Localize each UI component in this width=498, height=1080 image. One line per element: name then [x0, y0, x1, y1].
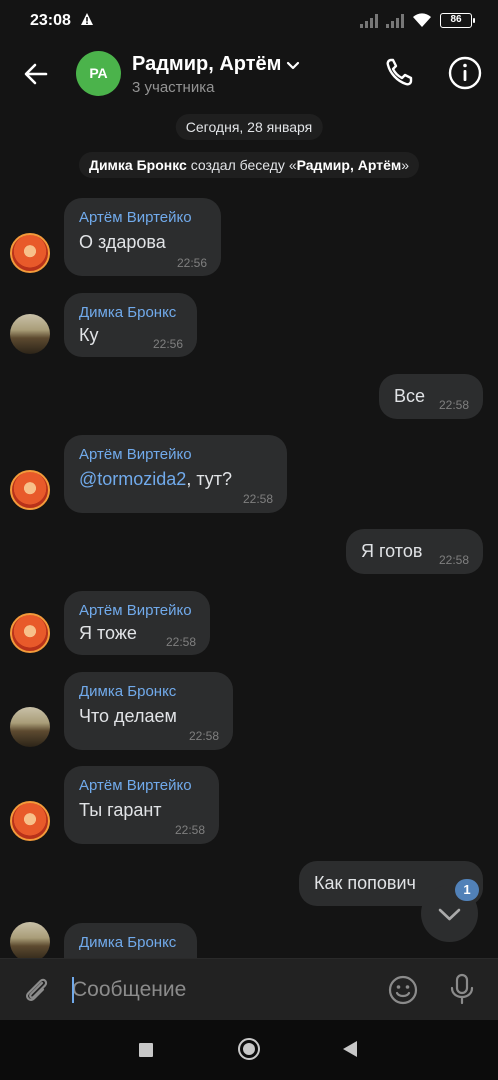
status-time: 23:08	[30, 12, 71, 29]
message-input[interactable]	[72, 973, 372, 1007]
message-text: Ты гарант	[79, 800, 162, 820]
avatar[interactable]	[10, 922, 50, 958]
message-bubble-outgoing[interactable]: Все 22:58	[379, 374, 483, 419]
message-text: @tormozida2, тут?	[79, 469, 232, 490]
mention-link[interactable]: @tormozida2	[79, 469, 186, 489]
message-time: 22:58	[438, 398, 469, 412]
message-time: 22:58	[165, 635, 196, 649]
message-composer	[0, 958, 498, 1020]
system-close: »	[401, 157, 410, 173]
message-bubble[interactable]: Димка Бронкс	[64, 923, 197, 958]
message-text: Что делаем	[79, 706, 177, 726]
message-bubble[interactable]: Артём Виртейко @tormozida2, тут? 22:58	[64, 435, 287, 513]
system-nav-bar	[0, 1020, 498, 1080]
text-cursor	[72, 977, 74, 1003]
avatar[interactable]	[10, 314, 50, 354]
chat-subtitle: 3 участника	[132, 79, 215, 96]
microphone-icon[interactable]	[446, 972, 478, 1006]
system-action: создал беседу «	[190, 157, 297, 173]
message-author[interactable]: Димка Бронкс	[79, 304, 176, 321]
status-icons: 86	[360, 13, 475, 28]
chat-title[interactable]: Радмир, Артём	[132, 53, 301, 76]
phone-icon[interactable]	[382, 54, 418, 90]
message-author[interactable]: Димка Бронкс	[79, 934, 176, 951]
message-author[interactable]: Артём Виртейко	[79, 209, 192, 226]
avatar[interactable]	[10, 613, 50, 653]
message-text: Как попович	[314, 873, 416, 893]
battery-icon: 86	[440, 13, 475, 28]
message-text: Ку	[79, 325, 99, 345]
system-actor: Димка Бронкс	[88, 157, 187, 173]
message-time: 22:56	[176, 256, 207, 270]
info-icon[interactable]	[446, 54, 484, 92]
message-bubble[interactable]: Димка Бронкс Ку 22:56	[64, 293, 197, 357]
message-author[interactable]: Артём Виртейко	[79, 777, 192, 794]
message-time: 22:58	[242, 492, 273, 506]
avatar[interactable]	[10, 801, 50, 841]
message-author[interactable]: Артём Виртейко	[79, 602, 192, 619]
message-time: 22:58	[438, 553, 469, 567]
unread-badge: 1	[455, 879, 479, 901]
message-bubble[interactable]: Артём Виртейко Я тоже 22:58	[64, 591, 210, 655]
chevron-down-icon	[287, 61, 300, 69]
alert-icon	[81, 13, 93, 25]
message-author[interactable]: Димка Бронкс	[79, 683, 176, 700]
back-arrow-icon[interactable]	[18, 56, 54, 92]
message-time: 22:58	[188, 729, 219, 743]
message-time: 22:56	[152, 337, 183, 351]
message-text-rest: , тут?	[186, 469, 233, 489]
message-time: 22:58	[174, 823, 205, 837]
emoji-icon[interactable]	[387, 974, 419, 1006]
avatar[interactable]	[10, 233, 50, 273]
message-text: Все	[394, 386, 426, 406]
system-back-button[interactable]	[343, 1041, 357, 1057]
message-author[interactable]: Артём Виртейко	[79, 446, 192, 463]
chat-title-text: Радмир, Артём	[132, 53, 282, 75]
system-message: Димка Бронкс создал беседу «Радмир, Артё…	[78, 152, 420, 178]
home-button[interactable]	[238, 1038, 260, 1060]
chat-header: РА Радмир, Артём 3 участника	[0, 44, 498, 106]
date-separator: Сегодня, 28 января	[175, 114, 323, 140]
message-text: Я тоже	[79, 623, 137, 643]
signal-icon	[360, 13, 378, 28]
battery-level: 86	[450, 14, 462, 25]
message-list[interactable]: Сегодня, 28 января Димка Бронкс создал б…	[0, 106, 498, 958]
paperclip-icon[interactable]	[20, 974, 52, 1006]
message-bubble-outgoing[interactable]: Я готов 22:58	[346, 529, 483, 574]
chat-avatar[interactable]: РА	[76, 51, 121, 96]
wifi-icon	[413, 13, 431, 27]
message-bubble[interactable]: Димка Бронкс Что делаем 22:58	[64, 672, 233, 750]
message-text: Я готов	[361, 541, 423, 561]
message-bubble[interactable]: Артём Виртейко Ты гарант 22:58	[64, 766, 219, 844]
recent-apps-button[interactable]	[139, 1043, 153, 1057]
system-chat-name: Радмир, Артём	[296, 157, 402, 173]
avatar[interactable]	[10, 470, 50, 510]
avatar[interactable]	[10, 707, 50, 747]
message-bubble[interactable]: Артём Виртейко О здарова 22:56	[64, 198, 221, 276]
status-bar: 23:08 86	[0, 0, 498, 44]
message-text: О здарова	[79, 232, 166, 252]
signal-icon	[386, 13, 404, 28]
